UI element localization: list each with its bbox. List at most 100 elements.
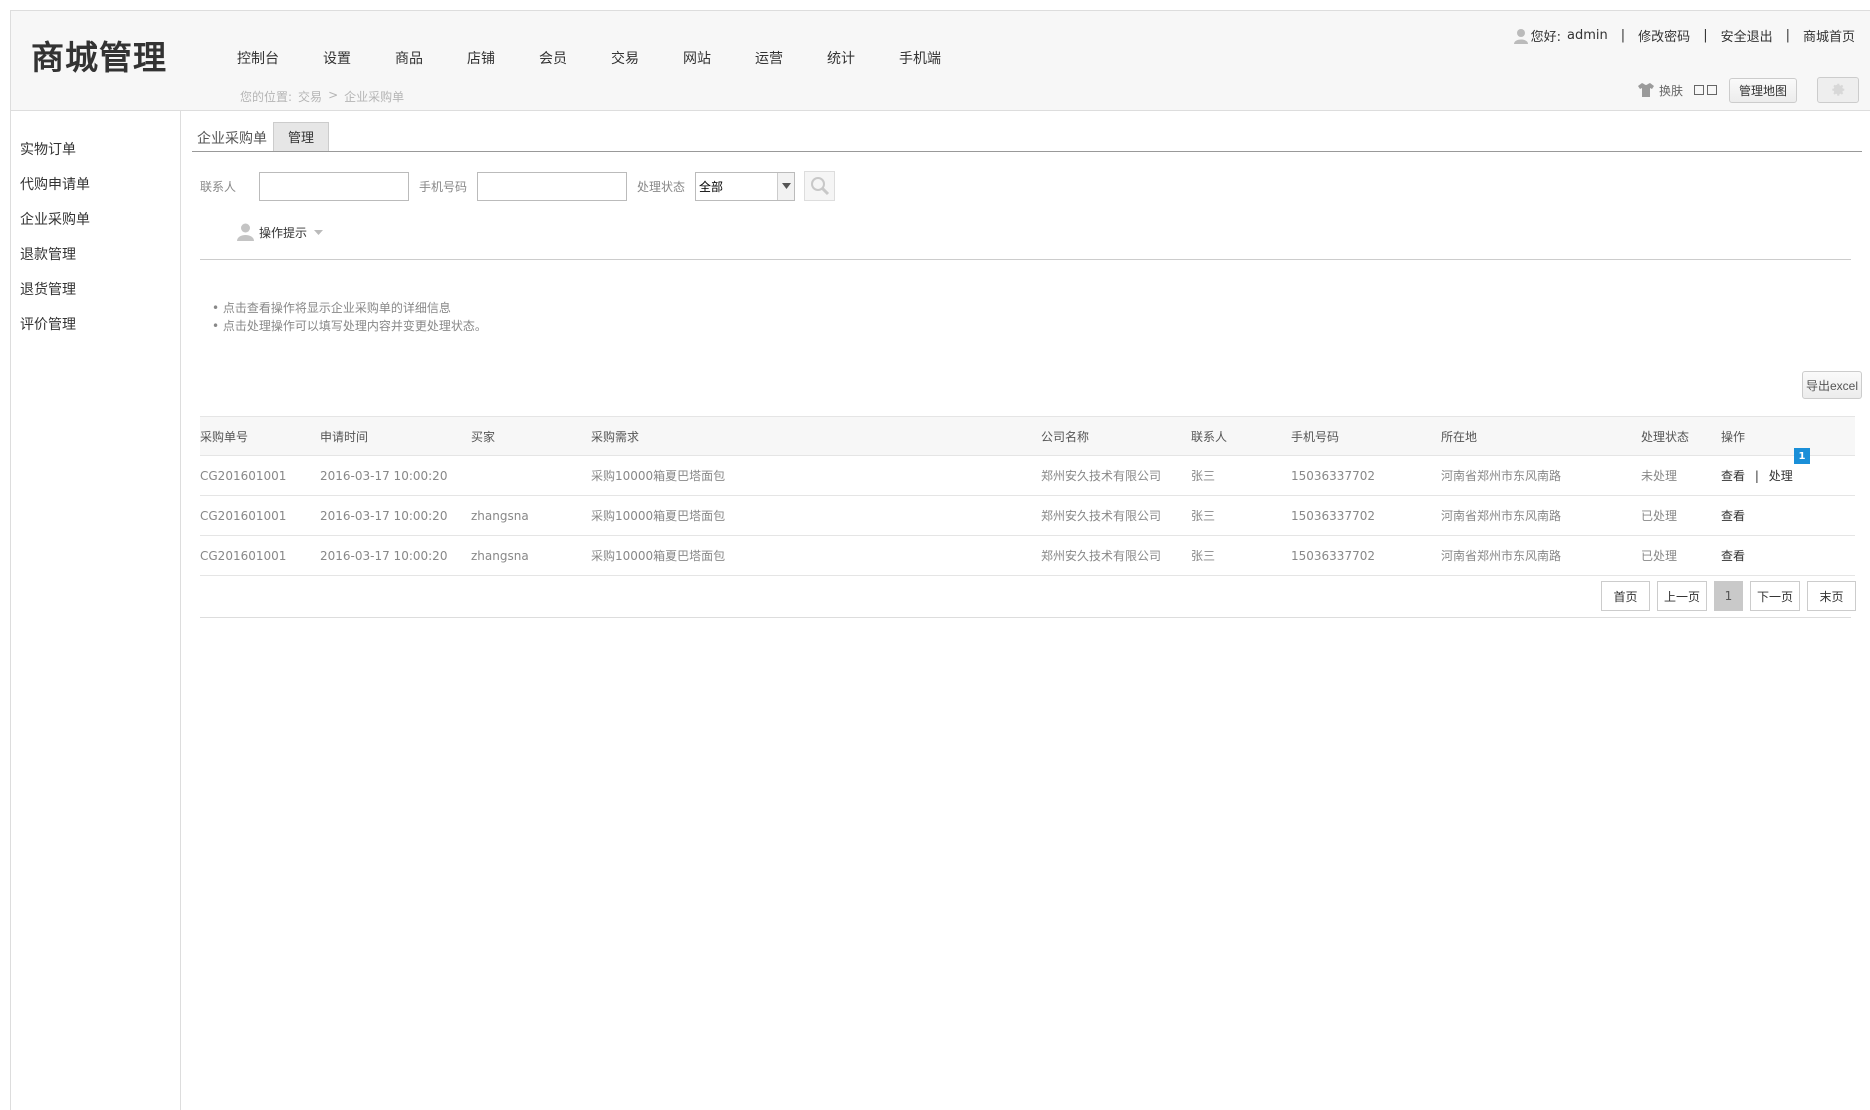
page-number-current[interactable]: 1	[1714, 581, 1743, 611]
separator: |	[1785, 28, 1790, 43]
next-page-button[interactable]: 下一页	[1750, 581, 1800, 611]
mall-home-link[interactable]: 商城首页	[1803, 26, 1855, 45]
operation-tips-label: 操作提示	[259, 225, 308, 240]
cell-company: 郑州安久技术有限公司	[1041, 549, 1162, 563]
contact-input[interactable]	[259, 171, 410, 201]
logo: 商城管理	[31, 38, 167, 77]
username: admin	[1567, 28, 1608, 43]
cell-location: 河南省郑州市东风南路	[1441, 509, 1562, 523]
view-link[interactable]: 查看	[1721, 469, 1745, 483]
nav-item-dashboard[interactable]: 控制台	[237, 48, 279, 68]
cell-contact: 张三	[1191, 509, 1216, 523]
nav-item-settings[interactable]: 设置	[323, 48, 351, 68]
cell-actions: 查看	[1721, 496, 1745, 536]
user-icon	[1513, 28, 1529, 44]
breadcrumb-prefix: 您的位置:	[240, 90, 293, 104]
skin-label[interactable]: 换肤	[1659, 82, 1683, 99]
table-header: 采购单号 申请时间 买家 采购需求 公司名称 联系人 手机号码 所在地 处理状态…	[200, 416, 1855, 456]
sidebar-item-returns[interactable]: 退货管理	[20, 279, 76, 299]
cell-status: 已处理	[1641, 549, 1678, 563]
column-header: 手机号码	[1291, 430, 1340, 444]
user-icon	[237, 223, 254, 241]
gear-icon	[1832, 83, 1845, 96]
nav-item-goods[interactable]: 商品	[395, 48, 423, 68]
separator: |	[1703, 28, 1708, 43]
cell-apply-time: 2016-03-17 10:00:20	[320, 469, 448, 483]
prev-page-button[interactable]: 上一页	[1657, 581, 1707, 611]
logout-link[interactable]: 安全退出	[1721, 26, 1773, 45]
column-header: 申请时间	[320, 430, 369, 444]
cell-need: 采购10000箱夏巴塔面包	[591, 549, 726, 563]
main-content: 企业采购单 管理 联系人 手机号码 处理状态 全部 操作提示 • 点击查看操作将…	[182, 111, 1870, 1110]
skin-option-checkbox[interactable]	[1693, 85, 1704, 95]
nav-item-stats[interactable]: 统计	[827, 48, 855, 68]
phone-input[interactable]	[477, 171, 628, 201]
column-header: 买家	[471, 430, 496, 444]
sidebar-item-proxy-purchase[interactable]: 代购申请单	[20, 174, 90, 194]
status-select[interactable]: 全部	[695, 171, 796, 201]
breadcrumb-current: 企业采购单	[344, 90, 405, 104]
nav-item-member[interactable]: 会员	[539, 48, 567, 68]
cell-actions: 查看 | 处理	[1721, 456, 1793, 496]
sidebar-item-enterprise-purchase[interactable]: 企业采购单	[20, 209, 90, 229]
breadcrumb-trade[interactable]: 交易	[298, 88, 322, 105]
sidebar-item-reviews[interactable]: 评价管理	[20, 314, 76, 334]
search-button[interactable]	[804, 171, 836, 201]
cell-phone: 15036337702	[1291, 549, 1375, 563]
tip-item: • 点击处理操作可以填写处理内容并变更处理状态。	[212, 319, 487, 333]
header: 商城管理 控制台 设置 商品 店铺 会员 交易 网站 运营 统计 手机端 您的位…	[11, 11, 1870, 111]
cell-company: 郑州安久技术有限公司	[1041, 509, 1162, 523]
tab-bar: 企业采购单 管理	[192, 122, 1862, 152]
pagination: 首页 上一页 1 下一页 末页	[1601, 581, 1856, 611]
cell-apply-time: 2016-03-17 10:00:20	[320, 509, 448, 523]
nav-item-operation[interactable]: 运营	[755, 48, 783, 68]
nav-item-website[interactable]: 网站	[683, 48, 711, 68]
nav-item-mobile[interactable]: 手机端	[899, 48, 941, 68]
cell-status: 已处理	[1641, 509, 1678, 523]
sidebar-item-refunds[interactable]: 退款管理	[20, 244, 76, 264]
chevron-down-icon[interactable]	[777, 172, 795, 200]
nav-item-trade[interactable]: 交易	[611, 48, 639, 68]
cell-order-id: CG201601001	[200, 469, 287, 483]
cell-status: 未处理	[1641, 469, 1678, 483]
app-window: 商城管理 控制台 设置 商品 店铺 会员 交易 网站 运营 统计 手机端 您的位…	[10, 10, 1870, 1110]
operation-tips-toggle[interactable]: 操作提示	[237, 223, 324, 241]
view-link[interactable]: 查看	[1721, 549, 1745, 563]
process-link[interactable]: 处理	[1769, 469, 1793, 483]
shirt-icon[interactable]	[1637, 82, 1655, 98]
chevron-down-icon	[314, 229, 324, 235]
header-toolbar: 换肤 管理地图	[1637, 77, 1859, 103]
divider	[200, 259, 1851, 260]
table-row: CG201601001 2016-03-17 10:00:20 采购10000箱…	[200, 456, 1855, 496]
status-select-value: 全部	[699, 179, 724, 194]
cell-order-id: CG201601001	[200, 549, 287, 563]
sitemap-button[interactable]: 管理地图	[1728, 77, 1797, 103]
operation-tips-list: • 点击查看操作将显示企业采购单的详细信息 • 点击处理操作可以填写处理内容并变…	[212, 299, 487, 335]
settings-gear-button[interactable]	[1817, 77, 1859, 103]
skin-option-checkbox[interactable]	[1706, 85, 1717, 95]
phone-label: 手机号码	[419, 179, 468, 194]
column-header: 公司名称	[1041, 430, 1090, 444]
contact-label: 联系人	[200, 179, 237, 194]
cell-contact: 张三	[1191, 549, 1216, 563]
change-password-link[interactable]: 修改密码	[1638, 26, 1690, 45]
purchase-table: 采购单号 申请时间 买家 采购需求 公司名称 联系人 手机号码 所在地 处理状态…	[200, 416, 1855, 576]
search-icon	[810, 177, 829, 196]
view-link[interactable]: 查看	[1721, 509, 1745, 523]
tab-manage[interactable]: 管理	[273, 122, 330, 151]
nav-item-store[interactable]: 店铺	[467, 48, 495, 68]
column-header: 采购需求	[591, 430, 640, 444]
table-row: CG201601001 2016-03-17 10:00:20 zhangsna…	[200, 536, 1855, 576]
cell-actions: 查看	[1721, 536, 1745, 576]
notification-badge: 1	[1794, 448, 1810, 464]
export-excel-button[interactable]: 导出excel	[1802, 371, 1862, 399]
user-bar: 您好: admin | 修改密码 | 安全退出 | 商城首页	[1513, 26, 1855, 45]
sidebar-item-physical-orders[interactable]: 实物订单	[20, 139, 76, 159]
column-header: 联系人	[1191, 430, 1228, 444]
first-page-button[interactable]: 首页	[1601, 581, 1650, 611]
cell-phone: 15036337702	[1291, 509, 1375, 523]
status-label: 处理状态	[637, 179, 686, 194]
cell-phone: 15036337702	[1291, 469, 1375, 483]
table-row: CG201601001 2016-03-17 10:00:20 zhangsna…	[200, 496, 1855, 536]
last-page-button[interactable]: 末页	[1807, 581, 1856, 611]
